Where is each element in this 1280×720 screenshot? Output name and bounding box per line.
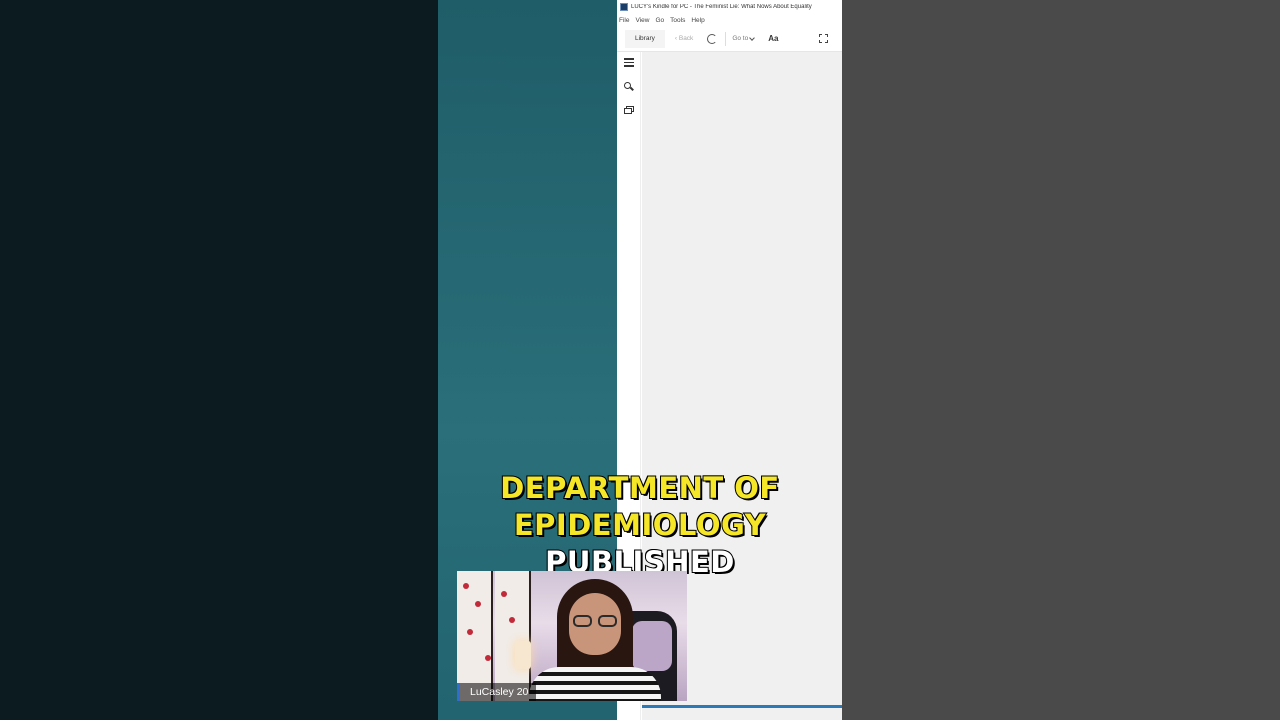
library-button[interactable]: Library xyxy=(625,29,665,48)
title-bar: LUCY's Kindle for PC - The Feminist Lie:… xyxy=(617,0,842,14)
streamer-name-tag: LuCasley 20 xyxy=(457,683,537,701)
menu-help[interactable]: Help xyxy=(691,17,704,24)
toolbar-divider xyxy=(725,31,727,46)
webcam-overlay: LuCasley 20 xyxy=(457,571,687,701)
caption-line-2: EPIDEMIOLOGY xyxy=(513,507,767,543)
background-left xyxy=(0,0,438,720)
search-icon[interactable] xyxy=(624,82,634,92)
toolbar: Library ‹ Back Go to Aa xyxy=(617,26,842,52)
menu-file[interactable]: File xyxy=(619,17,629,24)
sync-icon[interactable] xyxy=(707,33,718,44)
background-right xyxy=(842,0,1280,720)
menu-tools[interactable]: Tools xyxy=(670,17,685,24)
back-button[interactable]: ‹ Back xyxy=(675,35,693,42)
chevron-down-icon xyxy=(749,34,756,41)
menu-bar: File View Go Tools Help xyxy=(617,14,842,26)
shoji-screen-panel xyxy=(495,571,531,701)
glasses xyxy=(573,615,617,627)
reading-progress-bar[interactable] xyxy=(642,705,842,708)
shoji-screen-panel xyxy=(457,571,493,701)
goto-label: Go to xyxy=(732,35,749,42)
font-settings-button[interactable]: Aa xyxy=(768,34,778,43)
goto-dropdown[interactable]: Go to xyxy=(732,34,756,42)
menu-go[interactable]: Go xyxy=(655,17,664,24)
reading-progress-fill xyxy=(642,705,842,708)
flashcards-icon[interactable] xyxy=(624,106,634,116)
menu-view[interactable]: View xyxy=(635,17,649,24)
fullscreen-icon[interactable] xyxy=(819,34,828,43)
lamp xyxy=(515,641,531,669)
background-light xyxy=(632,621,672,671)
table-of-contents-icon[interactable] xyxy=(624,58,634,68)
window-title: LUCY's Kindle for PC - The Feminist Lie:… xyxy=(631,4,812,10)
back-label: Back xyxy=(678,35,694,42)
kindle-app-icon xyxy=(620,3,628,11)
striped-shirt xyxy=(529,667,661,701)
caption-line-1: DEPARTMENT OF xyxy=(499,470,780,506)
